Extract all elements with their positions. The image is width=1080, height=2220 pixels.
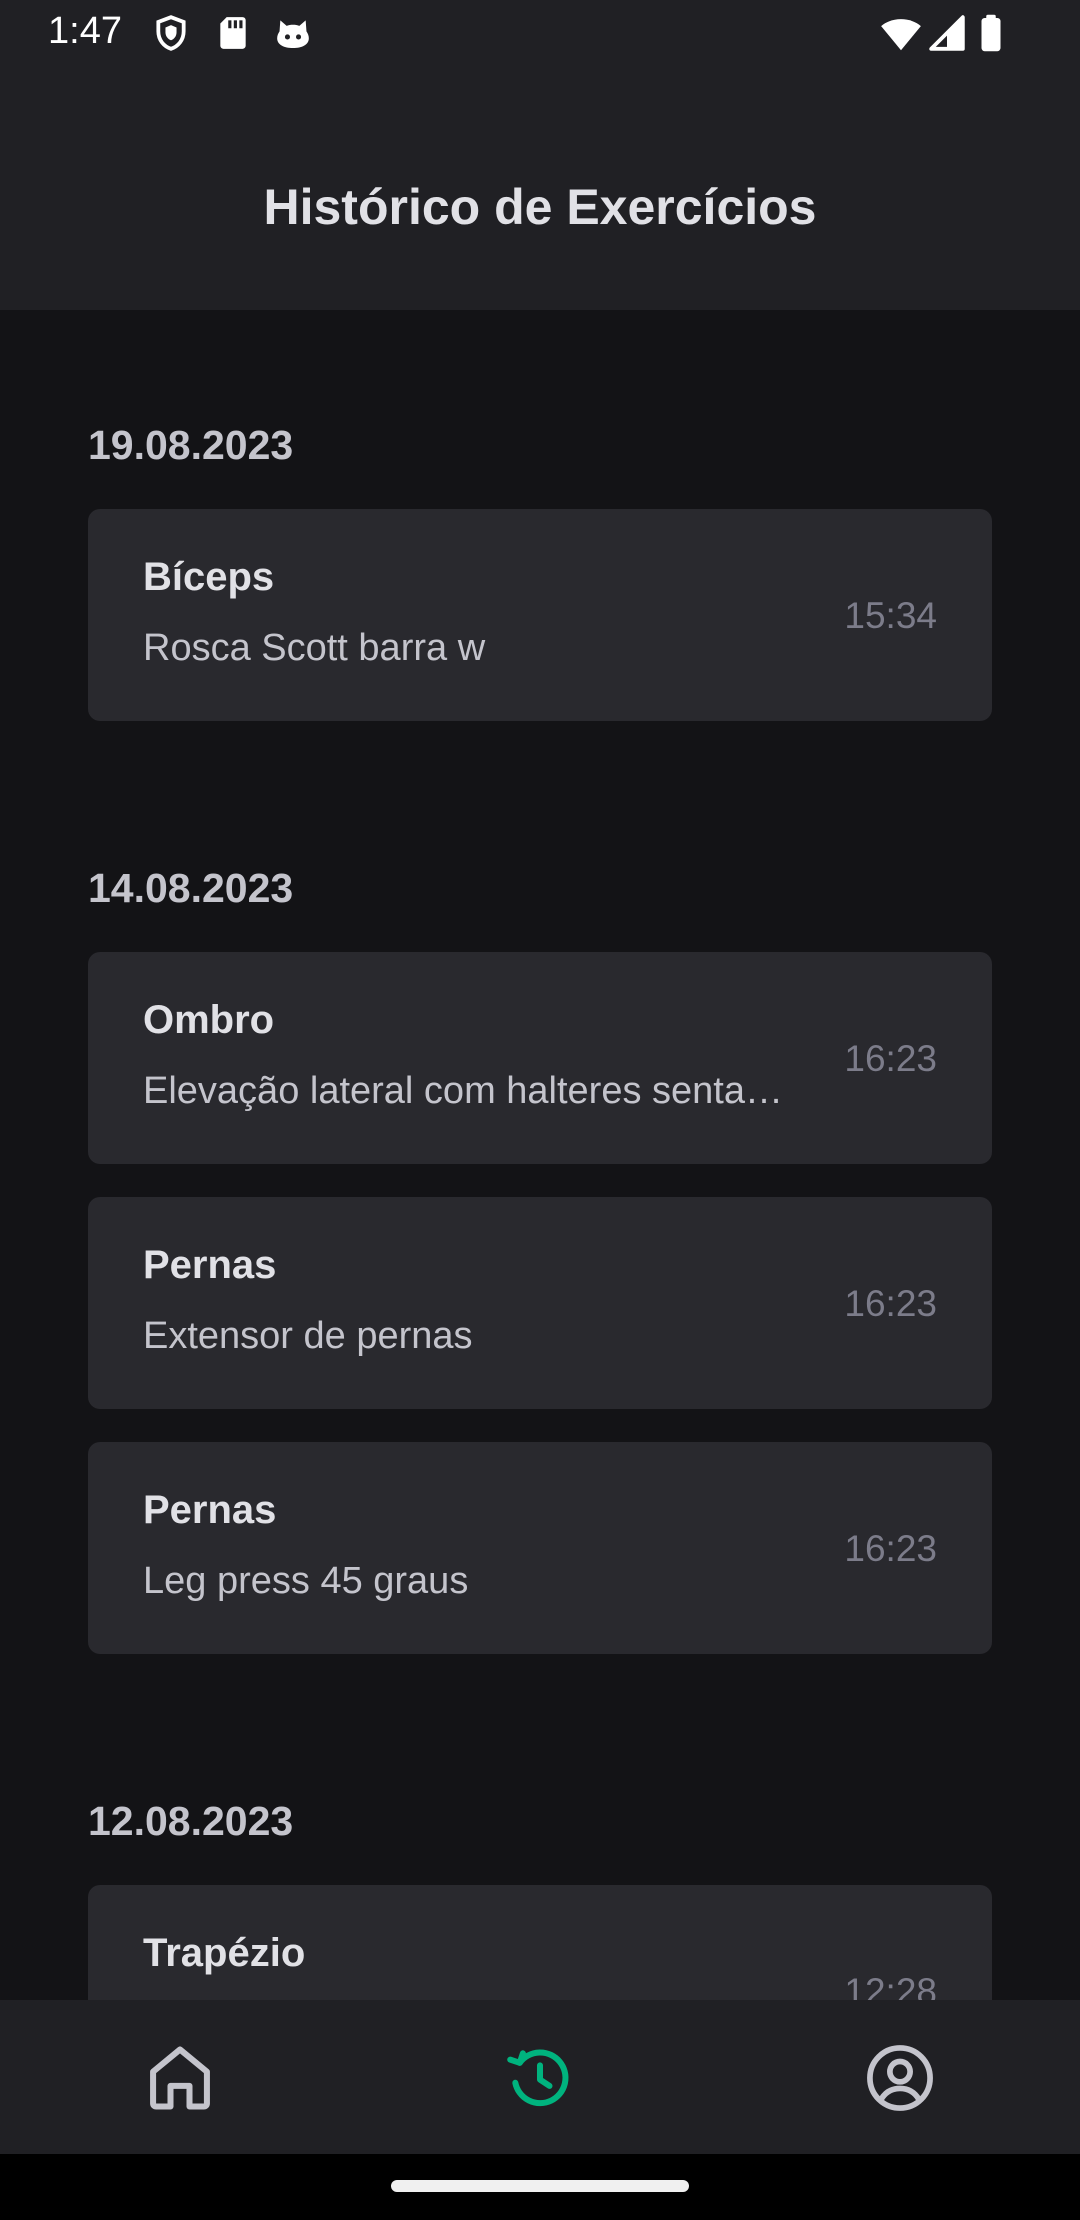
card-time: 16:23 — [844, 1038, 937, 1079]
card-time: 16:23 — [844, 1283, 937, 1324]
history-list[interactable]: 19.08.2023 Bíceps Rosca Scott barra w 15… — [0, 310, 1080, 2000]
gesture-bar — [0, 2154, 1080, 2220]
app-screen: 1:47 Histórico de Exercícios 19.08.2023 … — [0, 0, 1080, 2154]
history-icon[interactable] — [502, 2040, 578, 2116]
card-time: 15:34 — [844, 595, 937, 636]
card-muscle-group: Ombro — [143, 998, 275, 1042]
home-gesture-handle[interactable] — [391, 2180, 689, 2192]
section-date: 19.08.2023 — [88, 422, 294, 468]
battery-icon — [978, 14, 1004, 52]
wifi-icon — [880, 14, 922, 52]
signal-icon — [928, 14, 966, 52]
section-date: 14.08.2023 — [88, 865, 294, 911]
header: Histórico de Exercícios — [0, 66, 1080, 310]
card-exercise-name: Elevação lateral com halteres sentado — [143, 1070, 783, 1112]
card-muscle-group: Pernas — [143, 1488, 277, 1532]
card-exercise-name: Leg press 45 graus — [143, 1560, 469, 1602]
card-exercise-name: Rosca Scott barra w — [143, 627, 486, 669]
history-card[interactable]: Trapézio 12:28 — [88, 1885, 992, 2000]
shield-icon — [152, 14, 190, 52]
home-icon[interactable] — [142, 2040, 218, 2116]
card-muscle-group: Bíceps — [143, 555, 275, 599]
section-date: 12.08.2023 — [88, 1798, 294, 1844]
page-title: Histórico de Exercícios — [263, 179, 817, 235]
card-exercise-name: Extensor de pernas — [143, 1315, 473, 1357]
card-muscle-group: Trapézio — [143, 1931, 306, 1975]
history-card[interactable]: Ombro Elevação lateral com halteres sent… — [88, 952, 992, 1164]
card-time: 16:23 — [844, 1528, 937, 1569]
cat-face-icon — [274, 14, 312, 52]
bottom-nav — [0, 2000, 1080, 2154]
profile-icon[interactable] — [862, 2040, 938, 2116]
history-card[interactable]: Pernas Leg press 45 graus 16:23 — [88, 1442, 992, 1654]
sd-card-icon — [214, 14, 252, 52]
status-time: 1:47 — [48, 10, 122, 52]
history-card[interactable]: Bíceps Rosca Scott barra w 15:34 — [88, 509, 992, 721]
status-bar: 1:47 — [0, 0, 1080, 66]
card-time: 12:28 — [844, 1971, 937, 2000]
card-muscle-group: Pernas — [143, 1243, 277, 1287]
history-card[interactable]: Pernas Extensor de pernas 16:23 — [88, 1197, 992, 1409]
